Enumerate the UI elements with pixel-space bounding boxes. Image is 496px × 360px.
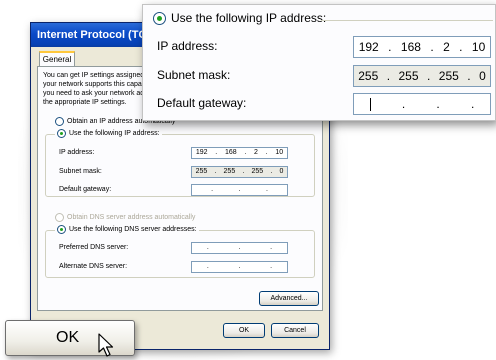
subnet-mask-label: Subnet mask:	[59, 168, 102, 175]
zoom-default-gateway-field[interactable]: ...	[353, 93, 491, 115]
use-following-ip-option[interactable]: Use the following IP address:	[55, 129, 162, 138]
zoom-use-following-ip-option[interactable]: Use the following IP address:	[153, 11, 326, 25]
default-gateway-label: Default gateway:	[59, 186, 112, 193]
default-gateway-field[interactable]: . . .	[191, 184, 288, 196]
zoom-ip-address-field[interactable]: 192. 168. 2. 10	[353, 36, 491, 58]
zoom-subnet-mask-field[interactable]: 255. 255. 255. 0	[353, 65, 491, 87]
radio-on-icon[interactable]	[57, 129, 66, 138]
radio-on-icon[interactable]	[153, 11, 166, 25]
zoom-default-gateway-label: Default gateway:	[157, 96, 247, 110]
radio-disabled-icon[interactable]	[55, 213, 64, 222]
subnet-mask-field[interactable]: 255. 255. 255. 0	[191, 166, 288, 178]
use-following-ip-label: Use the following IP address:	[69, 130, 160, 137]
alternate-dns-label: Alternate DNS server:	[59, 263, 128, 270]
zoom-group-line	[321, 20, 493, 21]
radio-off-icon[interactable]	[55, 117, 64, 126]
advanced-button[interactable]: Advanced...	[259, 291, 319, 306]
radio-on-icon[interactable]	[57, 225, 66, 234]
ip-address-label: IP address:	[59, 149, 95, 156]
text-caret	[369, 97, 371, 111]
ip-address-field[interactable]: 192. 168. 2. 10	[191, 147, 288, 159]
preferred-dns-field[interactable]: ...	[191, 242, 288, 254]
preferred-dns-label: Preferred DNS server:	[59, 244, 129, 251]
obtain-dns-auto-label: Obtain DNS server address automatically	[67, 214, 196, 221]
mouse-pointer-icon	[98, 333, 114, 357]
zoom-subnet-mask-label: Subnet mask:	[157, 68, 231, 82]
use-following-dns-option[interactable]: Use the following DNS server addresses:	[55, 225, 199, 234]
use-following-dns-label: Use the following DNS server addresses:	[69, 226, 197, 233]
zoom-ip-address-label: IP address:	[157, 39, 218, 53]
ok-button[interactable]: OK	[223, 323, 265, 338]
tab-general[interactable]: General	[39, 51, 75, 66]
zoom-use-following-ip-label: Use the following IP address:	[171, 11, 327, 25]
obtain-dns-auto-option[interactable]: Obtain DNS server address automatically	[55, 213, 195, 222]
cancel-button[interactable]: Cancel	[271, 323, 319, 338]
zoom-callout: Use the following IP address: IP address…	[142, 4, 496, 121]
alternate-dns-field[interactable]: ...	[191, 261, 288, 273]
